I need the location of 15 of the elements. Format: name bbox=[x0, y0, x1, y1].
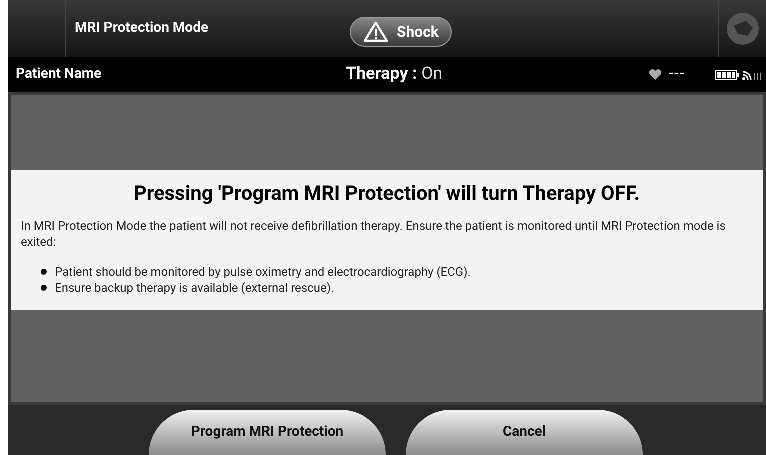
battery-icon bbox=[715, 70, 739, 80]
dialog-button[interactable]: Program MRI Protection bbox=[149, 410, 386, 455]
patient-name: Patient Name bbox=[16, 65, 103, 84]
heart-icon bbox=[649, 68, 662, 80]
therapy-status: Therapy : On bbox=[346, 62, 443, 86]
heart-rate: --- bbox=[668, 65, 685, 84]
shock-button[interactable]: Shock bbox=[350, 17, 452, 47]
bullet-text: Patient should be monitored by pulse oximetry and electrocardiography (ECG). bbox=[55, 264, 471, 280]
bullet-text: Ensure backup therapy is available (external rescue). bbox=[55, 280, 334, 296]
warning-icon bbox=[363, 21, 389, 43]
dialog-button[interactable]: Cancel bbox=[406, 410, 643, 455]
wireless-signal-icon bbox=[742, 68, 764, 80]
dialog-heading: Pressing 'Program MRI Protection' will turn Therapy OFF. bbox=[132, 180, 642, 206]
dialog-message: In MRI Protection Mode the patient will not receive defibrillation therapy. Ensure the patient is monitored until MRI Protection mode is exited: bbox=[21, 218, 727, 250]
header-title: MRI Protection Mode bbox=[75, 19, 209, 38]
